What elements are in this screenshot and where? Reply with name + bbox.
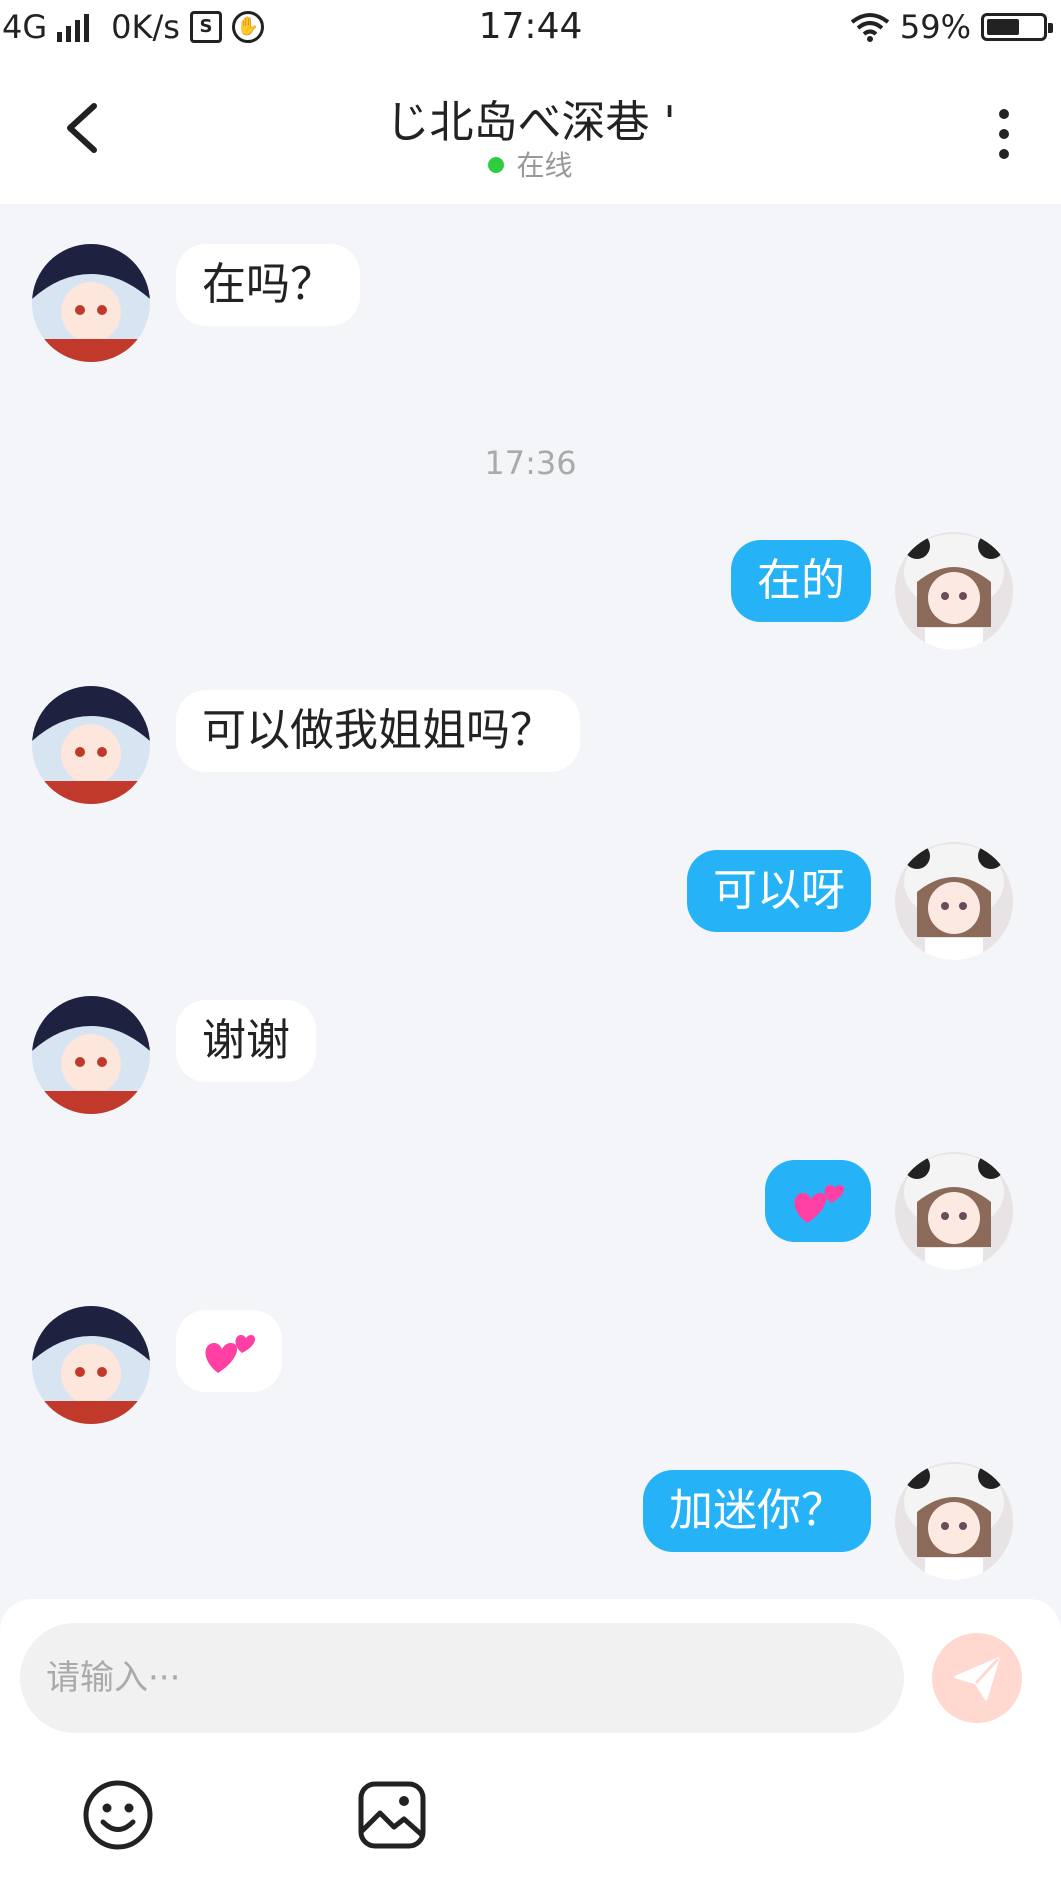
two-hearts-icon xyxy=(794,1185,845,1223)
presence-label: 在线 xyxy=(516,149,573,182)
contact-avatar[interactable] xyxy=(32,244,150,362)
battery-percent: 59% xyxy=(899,8,971,46)
status-right: 59% xyxy=(850,8,1053,46)
message-bubble[interactable] xyxy=(176,1310,282,1392)
contact-avatar[interactable] xyxy=(32,686,150,804)
message-composer xyxy=(0,1599,1061,1890)
wifi-icon xyxy=(850,13,890,42)
paper-plane-icon xyxy=(954,1657,1000,1701)
contact-avatar[interactable] xyxy=(32,1306,150,1424)
presence-status: 在线 xyxy=(0,144,1061,184)
send-button[interactable] xyxy=(932,1633,1022,1723)
contact-avatar[interactable] xyxy=(32,996,150,1114)
message-input[interactable] xyxy=(20,1623,904,1733)
message-bubble[interactable]: 加迷你？ xyxy=(643,1470,871,1552)
message-list[interactable]: 在吗？ 17:36 在的 可以做我姐姐吗？ 可以呀 谢谢 加迷你？ xyxy=(0,204,1061,1599)
my-avatar[interactable] xyxy=(895,1462,1013,1580)
my-avatar[interactable] xyxy=(895,842,1013,960)
more-options-button[interactable] xyxy=(989,104,1019,164)
smiley-icon xyxy=(83,1780,153,1850)
message-timestamp: 17:36 xyxy=(484,444,577,482)
online-dot-icon xyxy=(488,157,505,173)
message-bubble[interactable] xyxy=(765,1160,871,1242)
contact-name: じ北岛べ深巷 ' xyxy=(385,97,676,148)
my-avatar[interactable] xyxy=(895,1152,1013,1270)
chat-header: じ北岛べ深巷 ' 在线 xyxy=(0,52,1061,204)
message-bubble[interactable]: 在的 xyxy=(731,540,871,622)
two-hearts-icon xyxy=(205,1335,256,1373)
message-bubble[interactable]: 可以呀 xyxy=(687,850,871,932)
message-bubble[interactable]: 谢谢 xyxy=(176,1000,316,1082)
image-button[interactable] xyxy=(356,1779,428,1851)
image-icon xyxy=(358,1781,426,1849)
vertical-dots-icon xyxy=(999,109,1009,159)
message-bubble[interactable]: 在吗？ xyxy=(176,244,360,326)
emoji-button[interactable] xyxy=(82,1779,154,1851)
battery-icon xyxy=(981,13,1053,41)
my-avatar[interactable] xyxy=(895,532,1013,650)
status-bar: 4G 0K/s S ✋ 17:44 59% xyxy=(0,0,1061,52)
message-bubble[interactable]: 可以做我姐姐吗？ xyxy=(176,690,580,772)
